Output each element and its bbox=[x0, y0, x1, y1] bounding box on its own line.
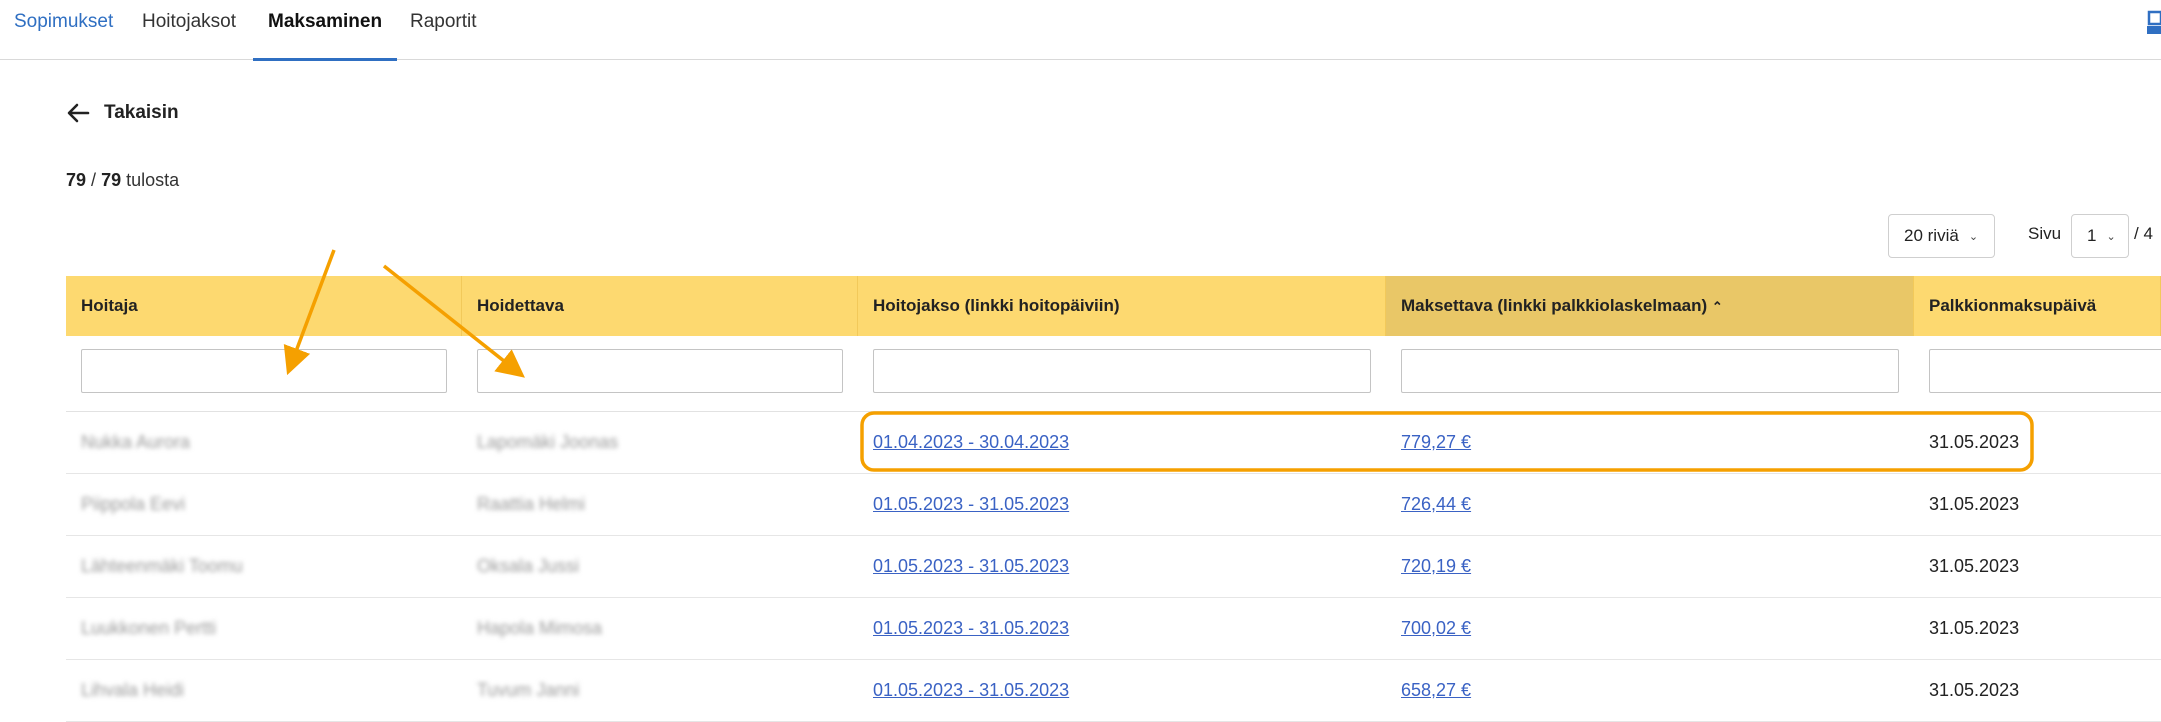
column-header-hoitojakso[interactable]: Hoitojakso (linkki hoitopäiviin) bbox=[858, 276, 1386, 336]
back-link[interactable]: Takaisin bbox=[66, 98, 179, 128]
hoitojakso-link[interactable]: 01.05.2023 - 31.05.2023 bbox=[873, 618, 1069, 638]
rows-per-page-value: 20 riviä bbox=[1904, 226, 1959, 245]
cell-palkkionmaksupaiva: 31.05.2023 bbox=[1929, 556, 2020, 576]
cell-palkkionmaksupaiva: 31.05.2023 bbox=[1929, 494, 2020, 514]
column-header-hoitaja[interactable]: Hoitaja bbox=[66, 276, 462, 336]
maksettava-link[interactable]: 658,27 € bbox=[1401, 680, 1471, 700]
filter-input-hoidettava[interactable] bbox=[477, 349, 843, 393]
column-header-palkkionmaksupaiva[interactable]: Palkkionmaksupäivä bbox=[1914, 276, 2161, 336]
filter-input-palkkionmaksupaiva[interactable] bbox=[1929, 349, 2161, 393]
maksettava-link[interactable]: 726,44 € bbox=[1401, 494, 1471, 514]
column-header-hoidettava[interactable]: Hoidettava bbox=[462, 276, 858, 336]
tab-maksaminen[interactable]: Maksaminen bbox=[252, 0, 398, 61]
chevron-down-icon: ⌄ bbox=[2106, 230, 2116, 243]
cell-palkkionmaksupaiva: 31.05.2023 bbox=[1929, 432, 2020, 452]
table-row: Piippola Eevi Raattia Helmi 01.05.2023 -… bbox=[66, 474, 2161, 536]
filter-input-maksettava[interactable] bbox=[1401, 349, 1899, 393]
cell-hoitaja: Lihvala Heidi bbox=[81, 680, 185, 700]
cell-hoidettava: Hapola Mimosa bbox=[477, 618, 603, 638]
payments-table: Hoitaja Hoidettava Hoitojakso (linkki ho… bbox=[66, 276, 2161, 722]
back-label: Takaisin bbox=[104, 102, 179, 123]
cell-hoitaja: Piippola Eevi bbox=[81, 494, 186, 514]
cell-palkkionmaksupaiva: 31.05.2023 bbox=[1929, 680, 2020, 700]
results-count: 79 / 79 tulosta bbox=[66, 170, 179, 191]
table-row: Lihvala Heidi Tuvum Janni 01.05.2023 - 3… bbox=[66, 660, 2161, 722]
hoitojakso-link[interactable]: 01.05.2023 - 31.05.2023 bbox=[873, 494, 1069, 514]
maksettava-link[interactable]: 779,27 € bbox=[1401, 432, 1471, 452]
cell-hoidettava: Tuvum Janni bbox=[477, 680, 580, 700]
cell-hoitaja: Luukkonen Pertti bbox=[81, 618, 217, 638]
results-separator: / bbox=[91, 170, 97, 190]
rows-per-page-select[interactable]: 20 riviä ⌄ bbox=[1888, 214, 1995, 258]
current-page-value: 1 bbox=[2087, 226, 2097, 245]
page-label: Sivu bbox=[2028, 224, 2062, 243]
top-navigation: Sopimukset Hoitojaksot Maksaminen Raport… bbox=[0, 0, 2161, 61]
filter-input-hoitojakso[interactable] bbox=[873, 349, 1371, 393]
cell-palkkionmaksupaiva: 31.05.2023 bbox=[1929, 618, 2020, 638]
hoitojakso-link[interactable]: 01.04.2023 - 30.04.2023 bbox=[873, 432, 1069, 452]
hoitojakso-link[interactable]: 01.05.2023 - 31.05.2023 bbox=[873, 680, 1069, 700]
results-suffix: tulosta bbox=[126, 170, 180, 190]
tab-hoitojaksot[interactable]: Hoitojaksot bbox=[142, 0, 236, 59]
cell-hoidettava: Oksala Jussi bbox=[477, 556, 580, 576]
column-header-maksettava[interactable]: Maksettava (linkki palkkiolaskelmaan) ⌃ bbox=[1386, 276, 1914, 336]
cell-hoitaja: Nukka Aurora bbox=[81, 432, 191, 452]
table-row: Luukkonen Pertti Hapola Mimosa 01.05.202… bbox=[66, 598, 2161, 660]
table-row: Nukka Aurora Lapomäki Joonas 01.04.2023 … bbox=[66, 412, 2161, 474]
print-icon[interactable] bbox=[2147, 10, 2161, 36]
results-total: 79 bbox=[101, 170, 122, 190]
filter-row bbox=[66, 336, 2161, 412]
results-shown: 79 bbox=[66, 170, 87, 190]
maksettava-link[interactable]: 700,02 € bbox=[1401, 618, 1471, 638]
sort-ascending-icon: ⌃ bbox=[1711, 299, 1723, 314]
cell-hoidettava: Lapomäki Joonas bbox=[477, 432, 619, 452]
page-select[interactable]: 1 ⌄ bbox=[2071, 214, 2129, 258]
table-row: Lähteenmäki Toomu Oksala Jussi 01.05.202… bbox=[66, 536, 2161, 598]
filter-input-hoitaja[interactable] bbox=[81, 349, 447, 393]
maksettava-link[interactable]: 720,19 € bbox=[1401, 556, 1471, 576]
hoitojakso-link[interactable]: 01.05.2023 - 31.05.2023 bbox=[873, 556, 1069, 576]
table-header-row: Hoitaja Hoidettava Hoitojakso (linkki ho… bbox=[66, 276, 2161, 336]
page-total: / 4 bbox=[2134, 224, 2153, 243]
tab-raportit[interactable]: Raportit bbox=[410, 0, 477, 59]
chevron-down-icon: ⌄ bbox=[1968, 230, 1979, 243]
arrow-left-icon bbox=[67, 103, 90, 123]
column-header-maksettava-label: Maksettava (linkki palkkiolaskelmaan) bbox=[1401, 296, 1708, 315]
cell-hoidettava: Raattia Helmi bbox=[477, 494, 586, 514]
cell-hoitaja: Lähteenmäki Toomu bbox=[81, 556, 243, 576]
tab-sopimukset[interactable]: Sopimukset bbox=[14, 0, 113, 59]
